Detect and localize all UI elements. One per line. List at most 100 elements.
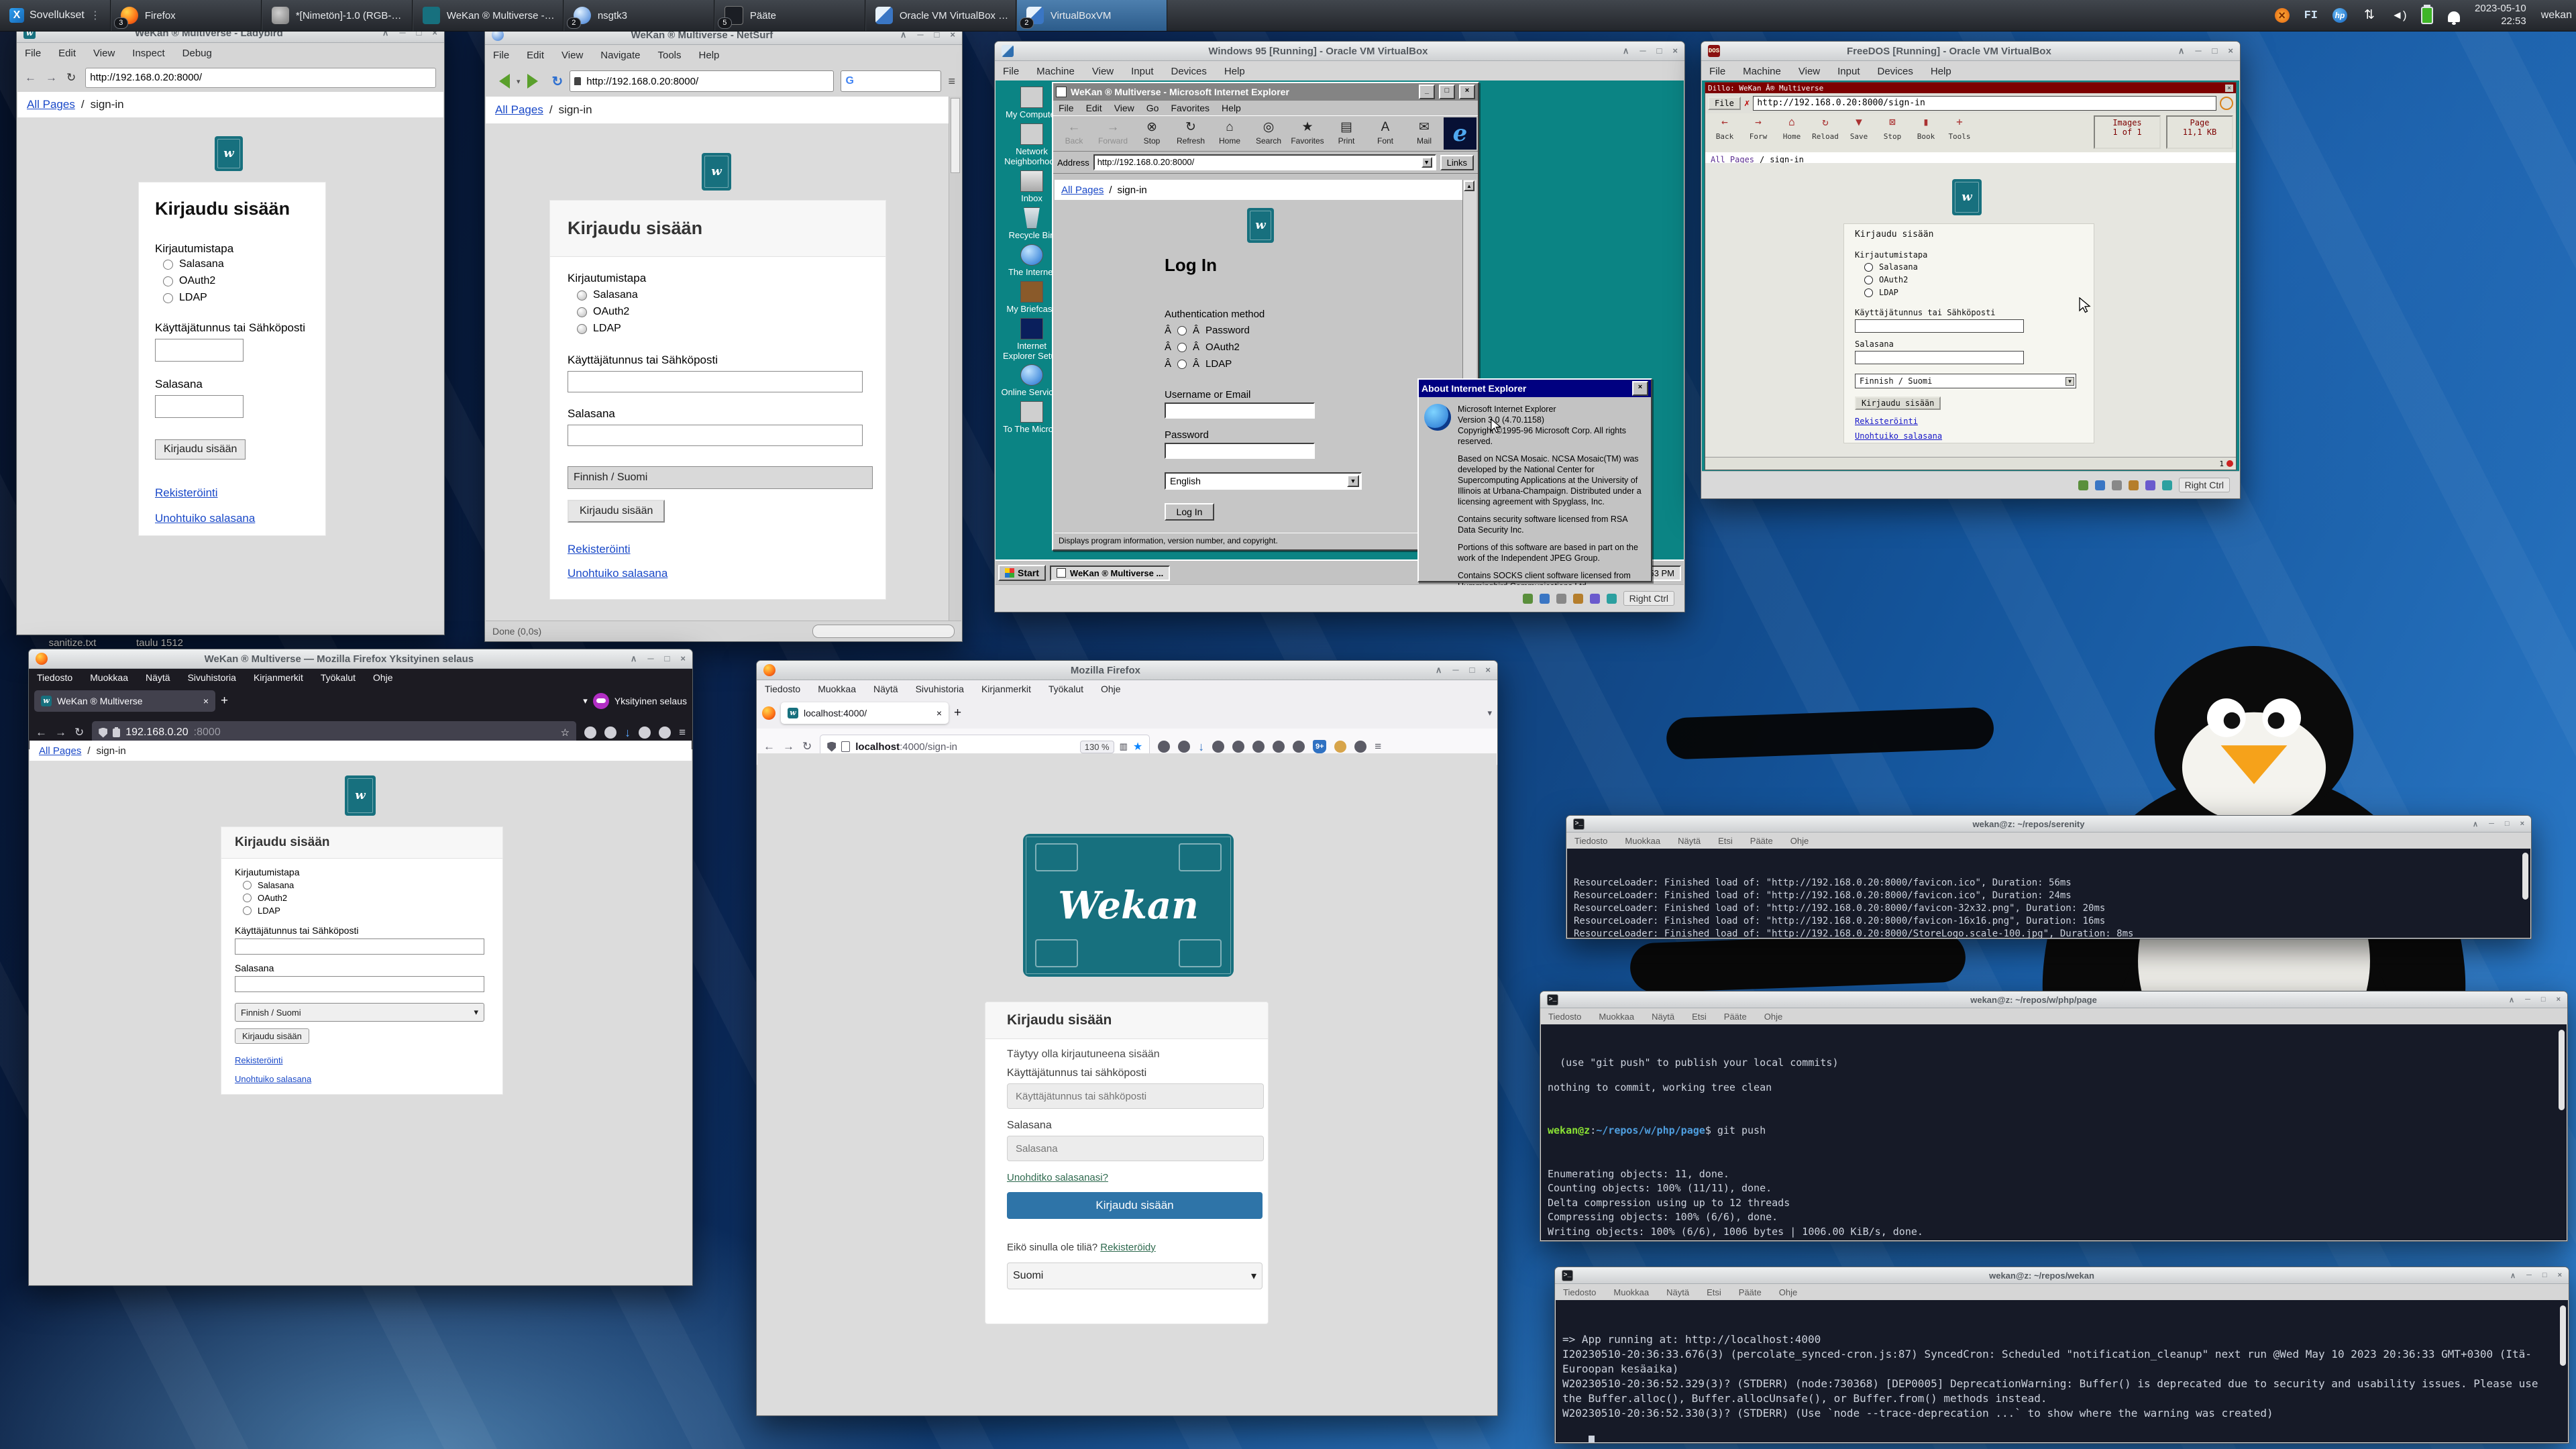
download-icon[interactable]: ↓ [625,726,631,740]
minimize-button[interactable]: ─ [647,653,653,664]
shade-button[interactable]: ∧ [2510,1271,2516,1280]
username-input[interactable] [235,938,484,955]
menu-item[interactable]: Machine [1743,66,1781,77]
menu-item[interactable]: Näytä [146,672,170,683]
menu-item[interactable]: File [493,50,509,61]
reload-icon[interactable]: ↻ [802,740,812,753]
scroll-up-icon[interactable]: ▲ [1464,180,1474,191]
forgot-password-link[interactable]: Unohtuiko salasana [155,512,255,525]
password-input[interactable] [1007,1136,1264,1161]
register-link[interactable]: Rekisteröinti [568,543,631,555]
library-icon[interactable] [659,727,671,739]
menu-item[interactable]: Tiedosto [1563,1287,1596,1297]
clock[interactable]: 2023-05-10 22:53 [2475,3,2526,28]
minimize-button[interactable]: ─ [2526,1271,2532,1280]
username-input[interactable] [1007,1083,1264,1109]
shade-button[interactable]: ∧ [1436,665,1442,676]
shade-button[interactable]: ∧ [2178,46,2185,56]
battery-icon[interactable] [2421,7,2433,24]
network-traffic-icon[interactable]: ⇅ [2362,8,2377,23]
back-dropdown-icon[interactable]: ▾ [517,77,521,86]
menu-item[interactable]: Etsi [1707,1287,1721,1297]
extensions-puzzle-icon[interactable] [1273,741,1285,753]
notes-icon[interactable] [1334,741,1346,753]
dillo-title-bar[interactable]: Dillo: WeKan Â® Multiverse × [1705,83,2236,93]
auth-method-radio[interactable]: LDAP [163,292,309,304]
close-button[interactable]: × [2228,46,2233,56]
menu-item[interactable]: File [25,48,41,59]
forward-icon[interactable]: → [55,726,66,739]
menu-item[interactable]: Työkalut [321,672,356,683]
dillo-toolbar-button[interactable]: ▼Save [1842,115,1876,142]
screenshot-icon[interactable] [1252,741,1265,753]
dillo-toolbar-button[interactable]: ←Back [1708,115,1741,142]
auth-method-radio[interactable]: Salasana [163,258,309,270]
auth-method-radio[interactable]: ÂÂPassword [1165,325,1250,336]
maximize-button[interactable]: □ [2541,996,2546,1004]
maximize-button[interactable]: □ [665,653,670,664]
login-button[interactable]: Log In [1165,503,1214,521]
shade-button[interactable]: ∧ [1623,46,1629,56]
dillo-toolbar-button[interactable]: ↻Reload [1809,115,1842,142]
hamburger-icon[interactable]: ≡ [1375,740,1381,753]
username-input[interactable] [568,371,863,392]
register-link[interactable]: Rekisteröinti [235,1055,283,1065]
menu-item[interactable]: Ohje [373,672,393,683]
password-input[interactable] [235,976,484,992]
auth-method-radio[interactable]: OAuth2 [1864,275,2083,284]
menu-item[interactable]: View [561,50,583,61]
back-icon[interactable]: ← [36,726,47,739]
menu-item[interactable]: Help [699,50,720,61]
menu-item[interactable]: Pääte [1750,836,1773,846]
hp-device-icon[interactable]: hp [2332,8,2347,23]
menu-item[interactable]: Input [1131,66,1153,77]
file-button[interactable]: File [1708,97,1741,110]
close-tab-icon[interactable]: × [936,708,942,718]
menu-item[interactable]: Näytä [873,684,898,694]
taskbar-item[interactable]: Pääte 5 [714,0,865,31]
close-button[interactable]: × [680,653,686,664]
clear-url-icon[interactable]: ✗ [1744,98,1750,109]
menu-item[interactable]: Tools [657,50,681,61]
ie-toolbar-button[interactable]: ✉Mail [1405,120,1444,147]
maximize-button[interactable]: □ [1439,85,1455,99]
reader-mode-icon[interactable]: ▥ [1120,741,1128,752]
browser-tab[interactable]: w localhost:4000/ × [781,702,949,724]
menu-item[interactable]: View [1799,66,1820,77]
menu-item[interactable]: Ohje [1790,836,1809,846]
dillo-toolbar-button[interactable]: ⊠Stop [1876,115,1909,142]
back-icon[interactable]: ← [763,740,775,753]
forgot-password-link[interactable]: Unohditko salasanasi? [1007,1172,1108,1183]
auth-method-radio[interactable]: Salasana [1864,262,2083,272]
all-pages-link[interactable]: All Pages [39,745,81,757]
zoom-level[interactable]: 130 % [1080,741,1114,753]
tab-list-chevron-icon[interactable]: ▾ [583,696,588,706]
close-button[interactable]: × [1485,665,1491,676]
menu-item[interactable]: Navigate [600,50,640,61]
extension-shield-icon[interactable] [1158,741,1170,753]
menu-item[interactable]: Pääte [1739,1287,1762,1297]
ie-title-bar[interactable]: WeKan ® Multiverse - Microsoft Internet … [1053,83,1478,101]
all-pages-link[interactable]: All Pages [27,98,75,111]
menu-item[interactable]: Ohje [1764,1012,1782,1022]
bookmark-star-icon[interactable]: ★ [1133,740,1142,753]
menu-item[interactable]: Tiedosto [1548,1012,1581,1022]
reload-icon[interactable]: ↻ [552,73,564,90]
title-bar[interactable]: Windows 95 [Running] - Oracle VM Virtual… [995,42,1684,61]
applications-menu[interactable]: X Sovellukset ⋮ [0,0,111,31]
language-select[interactable]: Finnish / Suomi ▾ [235,1003,484,1022]
username-input[interactable] [155,339,244,362]
taskbar-item[interactable]: Oracle VM VirtualBox M... [865,0,1016,31]
forgot-password-link[interactable]: Unohtuiko salasana [568,567,667,580]
menu-item[interactable]: Debug [182,48,212,59]
minimize-button[interactable]: ─ [1640,46,1646,56]
auth-method-radio[interactable]: OAuth2 [577,306,868,318]
menu-item[interactable]: View [93,48,115,59]
scrollbar-thumb[interactable] [2559,1030,2565,1110]
tab-list-chevron-icon[interactable]: ▾ [1487,708,1492,718]
menu-item[interactable]: View [1092,66,1114,77]
signin-button[interactable]: Kirjaudu sisään [235,1028,309,1044]
download-icon[interactable]: ↓ [1198,740,1204,754]
address-bar[interactable]: http://192.168.0.20:8000/ ▼ [1093,154,1436,170]
username-input[interactable] [1855,319,2024,333]
